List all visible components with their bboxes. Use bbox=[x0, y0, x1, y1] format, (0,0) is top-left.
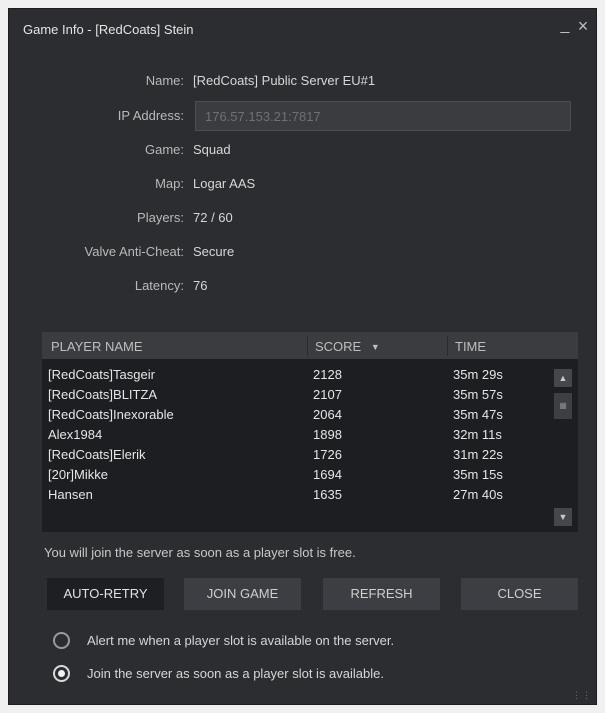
time-cell: 27m 40s bbox=[453, 487, 503, 502]
vac-value: Secure bbox=[193, 244, 235, 259]
players-value: 72 / 60 bbox=[193, 210, 233, 225]
player-list: [RedCoats]Tasgeir 2128 35m 29s [RedCoats]BL… bbox=[42, 365, 546, 532]
table-row[interactable]: [RedCoats]Tasgeir 2128 35m 29s bbox=[42, 365, 546, 385]
score-cell: 1726 bbox=[313, 447, 342, 462]
score-cell: 1635 bbox=[313, 487, 342, 502]
sort-descending-icon: ▼ bbox=[370, 342, 380, 352]
close-icon[interactable]: × bbox=[575, 16, 591, 37]
players-label: Players: bbox=[137, 210, 184, 225]
players-row: Players: 72 / 60 bbox=[9, 210, 596, 230]
map-row: Map: Logar AAS bbox=[9, 176, 596, 196]
vac-row: Valve Anti-Cheat: Secure bbox=[9, 244, 596, 264]
score-cell: 2107 bbox=[313, 387, 342, 402]
game-info-window: Game Info - [RedCoats] Stein _ × Name: [… bbox=[8, 8, 597, 705]
scroll-thumb[interactable]: ▦ bbox=[554, 393, 572, 419]
resize-grip-icon[interactable]: ⋮⋮ bbox=[572, 690, 592, 701]
scroll-down-icon[interactable]: ▼ bbox=[554, 508, 572, 526]
ip-address-label: IP Address: bbox=[117, 108, 184, 123]
column-divider[interactable] bbox=[307, 336, 308, 356]
vac-label: Valve Anti-Cheat: bbox=[84, 244, 184, 259]
join-option[interactable]: Join the server as soon as a player slot… bbox=[53, 664, 473, 684]
refresh-button[interactable]: REFRESH bbox=[323, 578, 440, 610]
table-header: PLAYER NAME SCORE ▼ TIME bbox=[42, 332, 578, 359]
player-name-cell: [RedCoats]BLITZA bbox=[48, 387, 158, 402]
player-name-cell: Alex1984 bbox=[48, 427, 103, 442]
minimize-icon[interactable]: _ bbox=[557, 17, 573, 35]
time-cell: 35m 15s bbox=[453, 467, 503, 482]
table-row[interactable]: [RedCoats]BLITZA 2107 35m 57s bbox=[42, 385, 546, 405]
alert-option[interactable]: Alert me when a player slot is available… bbox=[53, 631, 473, 651]
map-value: Logar AAS bbox=[193, 176, 256, 191]
time-cell: 32m 11s bbox=[453, 427, 502, 442]
score-cell: 1694 bbox=[313, 467, 342, 482]
alert-option-label: Alert me when a player slot is available… bbox=[87, 633, 395, 648]
time-cell: 35m 29s bbox=[453, 367, 503, 382]
column-divider[interactable] bbox=[447, 336, 448, 356]
game-label: Game: bbox=[144, 142, 184, 157]
join-notice: You will join the server as soon as a pl… bbox=[44, 545, 356, 560]
table-row[interactable]: [20r]Mikke 1694 35m 15s bbox=[42, 465, 546, 485]
time-cell: 35m 47s bbox=[453, 407, 503, 422]
vertical-scrollbar[interactable]: ▲ ▦ ▼ bbox=[550, 369, 578, 532]
join-radio[interactable] bbox=[53, 665, 70, 682]
column-score[interactable]: SCORE ▼ bbox=[315, 339, 380, 354]
table-row[interactable]: Hansen 1635 27m 40s bbox=[42, 485, 546, 505]
player-name-cell: [RedCoats]Inexorable bbox=[48, 407, 174, 422]
map-label: Map: bbox=[155, 176, 184, 191]
latency-label: Latency: bbox=[134, 278, 184, 293]
window-title: Game Info - [RedCoats] Stein bbox=[23, 22, 194, 37]
time-cell: 31m 22s bbox=[453, 447, 503, 462]
alert-radio[interactable] bbox=[53, 632, 70, 649]
player-name-cell: [RedCoats]Tasgeir bbox=[48, 367, 155, 382]
score-cell: 2064 bbox=[313, 407, 342, 422]
table-row[interactable]: [RedCoats]Elerik 1726 31m 22s bbox=[42, 445, 546, 465]
time-cell: 35m 57s bbox=[453, 387, 503, 402]
latency-row: Latency: 76 bbox=[9, 278, 596, 298]
column-time[interactable]: TIME bbox=[455, 339, 486, 354]
server-name-value: [RedCoats] Public Server EU#1 bbox=[193, 73, 376, 88]
server-name-row: Name: [RedCoats] Public Server EU#1 bbox=[9, 73, 596, 93]
table-row[interactable]: Alex1984 1898 32m 11s bbox=[42, 425, 546, 445]
column-player-name[interactable]: PLAYER NAME bbox=[51, 339, 143, 354]
latency-value: 76 bbox=[193, 278, 208, 293]
title-bar[interactable]: Game Info - [RedCoats] Stein _ × bbox=[9, 9, 596, 49]
ip-address-field[interactable] bbox=[195, 101, 571, 131]
scroll-up-icon[interactable]: ▲ bbox=[554, 369, 572, 387]
auto-retry-button[interactable]: AUTO-RETRY bbox=[47, 578, 164, 610]
game-value: Squad bbox=[193, 142, 231, 157]
table-row[interactable]: [RedCoats]Inexorable 2064 35m 47s bbox=[42, 405, 546, 425]
game-row: Game: Squad bbox=[9, 142, 596, 162]
score-cell: 1898 bbox=[313, 427, 342, 442]
player-table: PLAYER NAME SCORE ▼ TIME [RedCoats]Tasge… bbox=[42, 332, 578, 532]
score-cell: 2128 bbox=[313, 367, 342, 382]
player-name-cell: [RedCoats]Elerik bbox=[48, 447, 146, 462]
server-name-label: Name: bbox=[145, 73, 184, 88]
player-name-cell: [20r]Mikke bbox=[48, 467, 108, 482]
close-button[interactable]: CLOSE bbox=[461, 578, 578, 610]
join-option-label: Join the server as soon as a player slot… bbox=[87, 666, 384, 681]
join-game-button[interactable]: JOIN GAME bbox=[184, 578, 301, 610]
column-score-label: SCORE bbox=[315, 339, 362, 354]
player-name-cell: Hansen bbox=[48, 487, 93, 502]
